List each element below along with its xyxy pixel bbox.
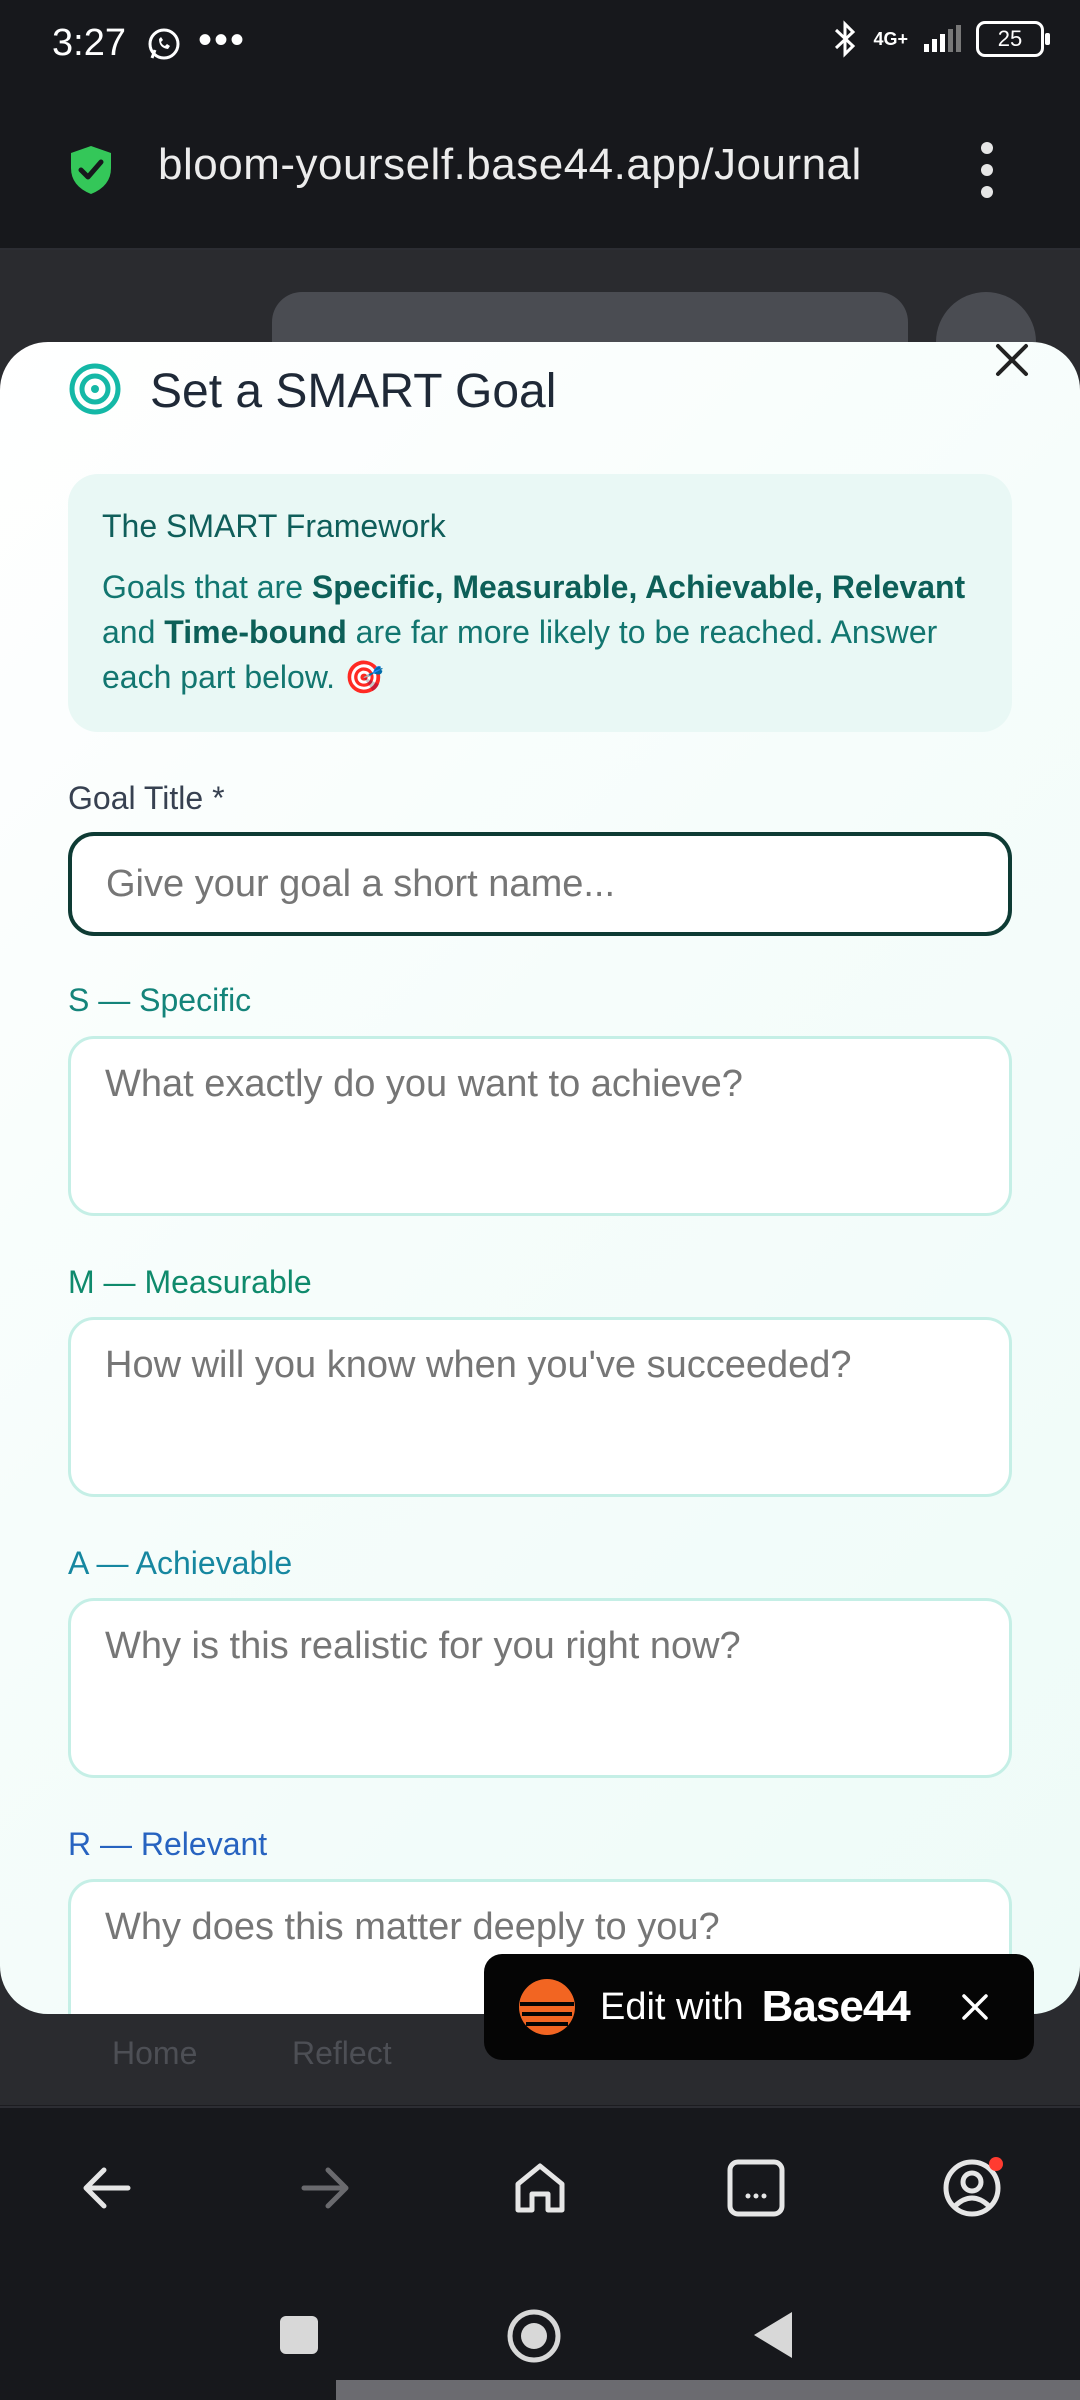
battery-indicator: 25: [976, 21, 1050, 57]
achievable-label: A — Achievable: [68, 1545, 293, 1581]
relevant-label: R — Relevant: [68, 1826, 268, 1862]
network-type: 4G+: [873, 29, 908, 49]
browser-url-bar[interactable]: bloom-yourself.base44.app/Journal: [0, 92, 1080, 250]
secure-shield-icon: [68, 144, 114, 201]
account-icon[interactable]: [940, 2156, 1004, 2220]
back-arrow-icon[interactable]: [76, 2156, 140, 2220]
url-text[interactable]: bloom-yourself.base44.app/Journal: [158, 140, 862, 190]
goal-title-label: Goal Title *: [68, 780, 225, 816]
base44-brand: Base44: [761, 1982, 911, 2031]
framework-bold-timebound: Time-bound: [164, 614, 347, 650]
tabs-icon[interactable]: [724, 2156, 788, 2220]
close-icon[interactable]: [960, 1992, 990, 2022]
system-back-icon[interactable]: [752, 2310, 794, 2365]
forward-arrow-icon[interactable]: [292, 2156, 356, 2220]
background-nav-reflect: Reflect: [292, 2035, 392, 2071]
notification-dots: •••: [198, 18, 247, 62]
smart-framework-info: The SMART Framework Goals that are Speci…: [68, 474, 1012, 732]
specific-textarea[interactable]: What exactly do you want to achieve?: [68, 1036, 1012, 1216]
close-icon[interactable]: [994, 342, 1030, 378]
smart-goal-modal: Set a SMART Goal The SMART Framework Goa…: [0, 342, 1080, 2014]
status-bar: 3:27 ••• 4G+ 25: [0, 0, 1080, 92]
specific-label: S — Specific: [68, 982, 252, 1018]
status-icons: 4G+ 25: [831, 20, 1050, 58]
framework-mid: and: [102, 614, 165, 650]
gesture-bar: [336, 2380, 1080, 2400]
bluetooth-icon: [835, 20, 856, 58]
base44-edit-text: Edit with: [600, 1985, 744, 2028]
home-icon[interactable]: [508, 2156, 572, 2220]
modal-title: Set a SMART Goal: [150, 365, 557, 418]
framework-bold-criteria: Specific, Measurable, Achievable, Releva…: [311, 569, 966, 605]
measurable-label: M — Measurable: [68, 1264, 312, 1300]
recents-icon[interactable]: [278, 2314, 320, 2361]
system-navigation-bar: [0, 2270, 1080, 2400]
goal-title-input[interactable]: Give your goal a short name...: [68, 832, 1012, 936]
target-icon: [68, 362, 122, 421]
background-nav-home: Home: [112, 2035, 198, 2071]
framework-title: The SMART Framework: [102, 508, 446, 544]
modal-header: Set a SMART Goal: [68, 362, 556, 421]
signal-icon: [924, 25, 961, 52]
achievable-textarea[interactable]: Why is this realistic for you right now?: [68, 1598, 1012, 1778]
browser-menu-icon[interactable]: [972, 142, 1002, 198]
base44-logo-icon: [518, 1978, 576, 2036]
status-time: 3:27: [52, 22, 126, 64]
framework-description: Goals that are Specific, Measurable, Ach…: [102, 565, 978, 700]
edit-with-base44-badge[interactable]: Edit with Base44: [484, 1954, 1034, 2060]
browser-bottom-toolbar: [0, 2106, 1080, 2272]
system-home-icon[interactable]: [506, 2308, 562, 2369]
whatsapp-icon: [146, 26, 182, 67]
framework-intro: Goals that are: [102, 569, 312, 605]
measurable-textarea[interactable]: How will you know when you've succeeded?: [68, 1317, 1012, 1497]
